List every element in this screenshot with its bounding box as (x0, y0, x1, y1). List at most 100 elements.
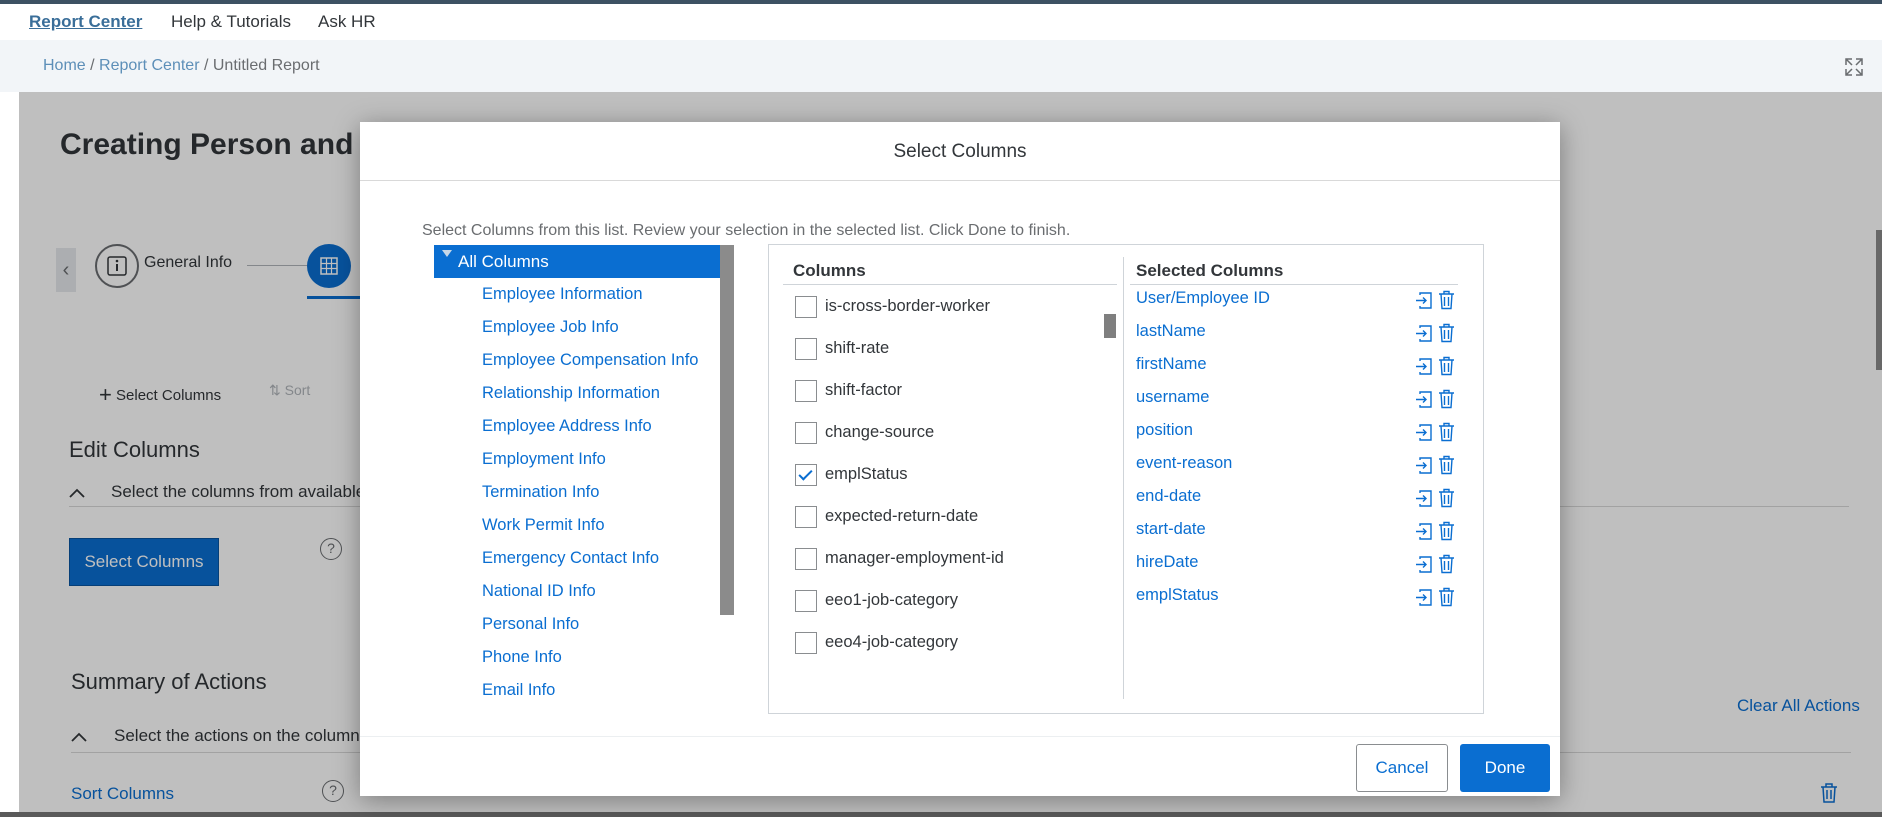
selected-column-label[interactable]: start-date (1136, 520, 1206, 539)
category-all-columns[interactable]: All Columns (434, 245, 720, 278)
trash-icon[interactable] (1438, 521, 1455, 541)
selected-column-label[interactable]: position (1136, 421, 1193, 440)
column-option-label: expected-return-date (825, 507, 979, 525)
cancel-button[interactable]: Cancel (1356, 744, 1448, 792)
checkbox[interactable] (795, 296, 817, 318)
selected-column-row: hireDate (1136, 553, 1466, 577)
selected-column-row: User/Employee ID (1136, 289, 1466, 313)
category-item[interactable]: Personal Info (482, 615, 579, 634)
move-icon[interactable] (1414, 456, 1433, 475)
category-item[interactable]: Termination Info (482, 483, 599, 502)
nav-ask-hr[interactable]: Ask HR (318, 12, 376, 32)
trash-icon[interactable] (1438, 554, 1455, 574)
move-icon[interactable] (1414, 324, 1433, 343)
checkbox-checked[interactable] (795, 464, 817, 486)
selected-column-label[interactable]: emplStatus (1136, 586, 1219, 605)
move-icon[interactable] (1414, 555, 1433, 574)
bottom-bar (0, 812, 1882, 817)
selected-column-row: lastName (1136, 322, 1466, 346)
selected-column-row: username (1136, 388, 1466, 412)
move-icon[interactable] (1414, 588, 1433, 607)
category-item[interactable]: Employee Address Info (482, 417, 652, 436)
expand-icon[interactable] (1844, 57, 1864, 77)
column-option-label: is-cross-border-worker (825, 297, 991, 315)
category-item[interactable]: Employment Info (482, 450, 606, 469)
selected-column-row: event-reason (1136, 454, 1466, 478)
top-navigation: Report Center Help & Tutorials Ask HR (0, 4, 1882, 40)
selected-column-label[interactable]: User/Employee ID (1136, 289, 1270, 308)
move-icon[interactable] (1414, 522, 1433, 541)
trash-icon[interactable] (1438, 389, 1455, 409)
category-item[interactable]: Work Permit Info (482, 516, 605, 535)
category-item[interactable]: Emergency Contact Info (482, 549, 659, 568)
category-item[interactable]: Email Info (482, 681, 555, 700)
divider (783, 284, 1117, 285)
selected-column-label[interactable]: lastName (1136, 322, 1206, 341)
column-option-label: shift-factor (825, 381, 903, 399)
selected-column-row: end-date (1136, 487, 1466, 511)
panel-divider (1123, 257, 1124, 699)
category-item[interactable]: Relationship Information (482, 384, 660, 403)
divider (1130, 284, 1458, 285)
selected-column-label[interactable]: username (1136, 388, 1209, 407)
category-item[interactable]: National ID Info (482, 582, 596, 601)
selected-column-row: start-date (1136, 520, 1466, 544)
trash-icon[interactable] (1438, 587, 1455, 607)
select-columns-dialog: Select Columns Select Columns from this … (360, 122, 1560, 796)
selected-column-label[interactable]: hireDate (1136, 553, 1198, 572)
column-option-label: emplStatus (825, 465, 908, 483)
trash-icon[interactable] (1438, 323, 1455, 343)
columns-scrollbar[interactable] (1104, 314, 1116, 338)
selected-column-row: emplStatus (1136, 586, 1466, 610)
nav-help-tutorials[interactable]: Help & Tutorials (171, 12, 291, 32)
selected-column-row: firstName (1136, 355, 1466, 379)
trash-icon[interactable] (1438, 488, 1455, 508)
move-icon[interactable] (1414, 423, 1433, 442)
column-option-label: shift-rate (825, 339, 890, 357)
category-item[interactable]: Phone Info (482, 648, 562, 667)
column-option-label: change-source (825, 423, 935, 441)
category-item[interactable]: Employee Information (482, 285, 643, 304)
breadcrumb-separator: / (199, 57, 213, 74)
nav-report-center[interactable]: Report Center (29, 12, 142, 32)
move-icon[interactable] (1414, 357, 1433, 376)
done-button[interactable]: Done (1460, 744, 1550, 792)
dialog-title: Select Columns (360, 122, 1560, 181)
checkbox[interactable] (795, 380, 817, 402)
checkbox[interactable] (795, 548, 817, 570)
move-icon[interactable] (1414, 390, 1433, 409)
category-item[interactable]: Employee Compensation Info (482, 351, 698, 370)
category-item[interactable]: Employee Job Info (482, 318, 619, 337)
breadcrumb-current: Untitled Report (212, 57, 320, 74)
columns-header: Columns (793, 261, 866, 280)
breadcrumb-report-center[interactable]: Report Center (99, 57, 200, 74)
checkbox[interactable] (795, 506, 817, 528)
category-scrollbar[interactable] (720, 245, 734, 615)
move-icon[interactable] (1414, 489, 1433, 508)
breadcrumb-separator: / (85, 57, 100, 74)
checkbox[interactable] (795, 422, 817, 444)
dialog-description: Select Columns from this list. Review yo… (422, 222, 1071, 239)
checkbox[interactable] (795, 590, 817, 612)
checkbox[interactable] (795, 338, 817, 360)
breadcrumb-bar: Home / Report Center / Untitled Report (0, 40, 1882, 92)
breadcrumb: Home / Report Center / Untitled Report (43, 57, 320, 75)
column-option-label: eeo4-job-category (825, 633, 958, 651)
selected-column-label[interactable]: end-date (1136, 487, 1201, 506)
trash-icon[interactable] (1438, 422, 1455, 442)
selected-columns-header: Selected Columns (1136, 261, 1284, 280)
breadcrumb-home[interactable]: Home (43, 57, 86, 74)
move-icon[interactable] (1414, 291, 1433, 310)
category-all-columns-label: All Columns (458, 252, 549, 271)
trash-icon[interactable] (1438, 455, 1455, 475)
expand-triangle-icon[interactable] (442, 250, 452, 257)
selected-column-label[interactable]: event-reason (1136, 454, 1232, 473)
checkbox[interactable] (795, 632, 817, 654)
selected-column-row: position (1136, 421, 1466, 445)
column-option-label: eeo1-job-category (825, 591, 958, 609)
trash-icon[interactable] (1438, 356, 1455, 376)
trash-icon[interactable] (1438, 290, 1455, 310)
column-option-label: manager-employment-id (825, 549, 1004, 567)
selected-column-label[interactable]: firstName (1136, 355, 1207, 374)
columns-panel: Columns is-cross-border-worker shift-rat… (768, 244, 1484, 714)
